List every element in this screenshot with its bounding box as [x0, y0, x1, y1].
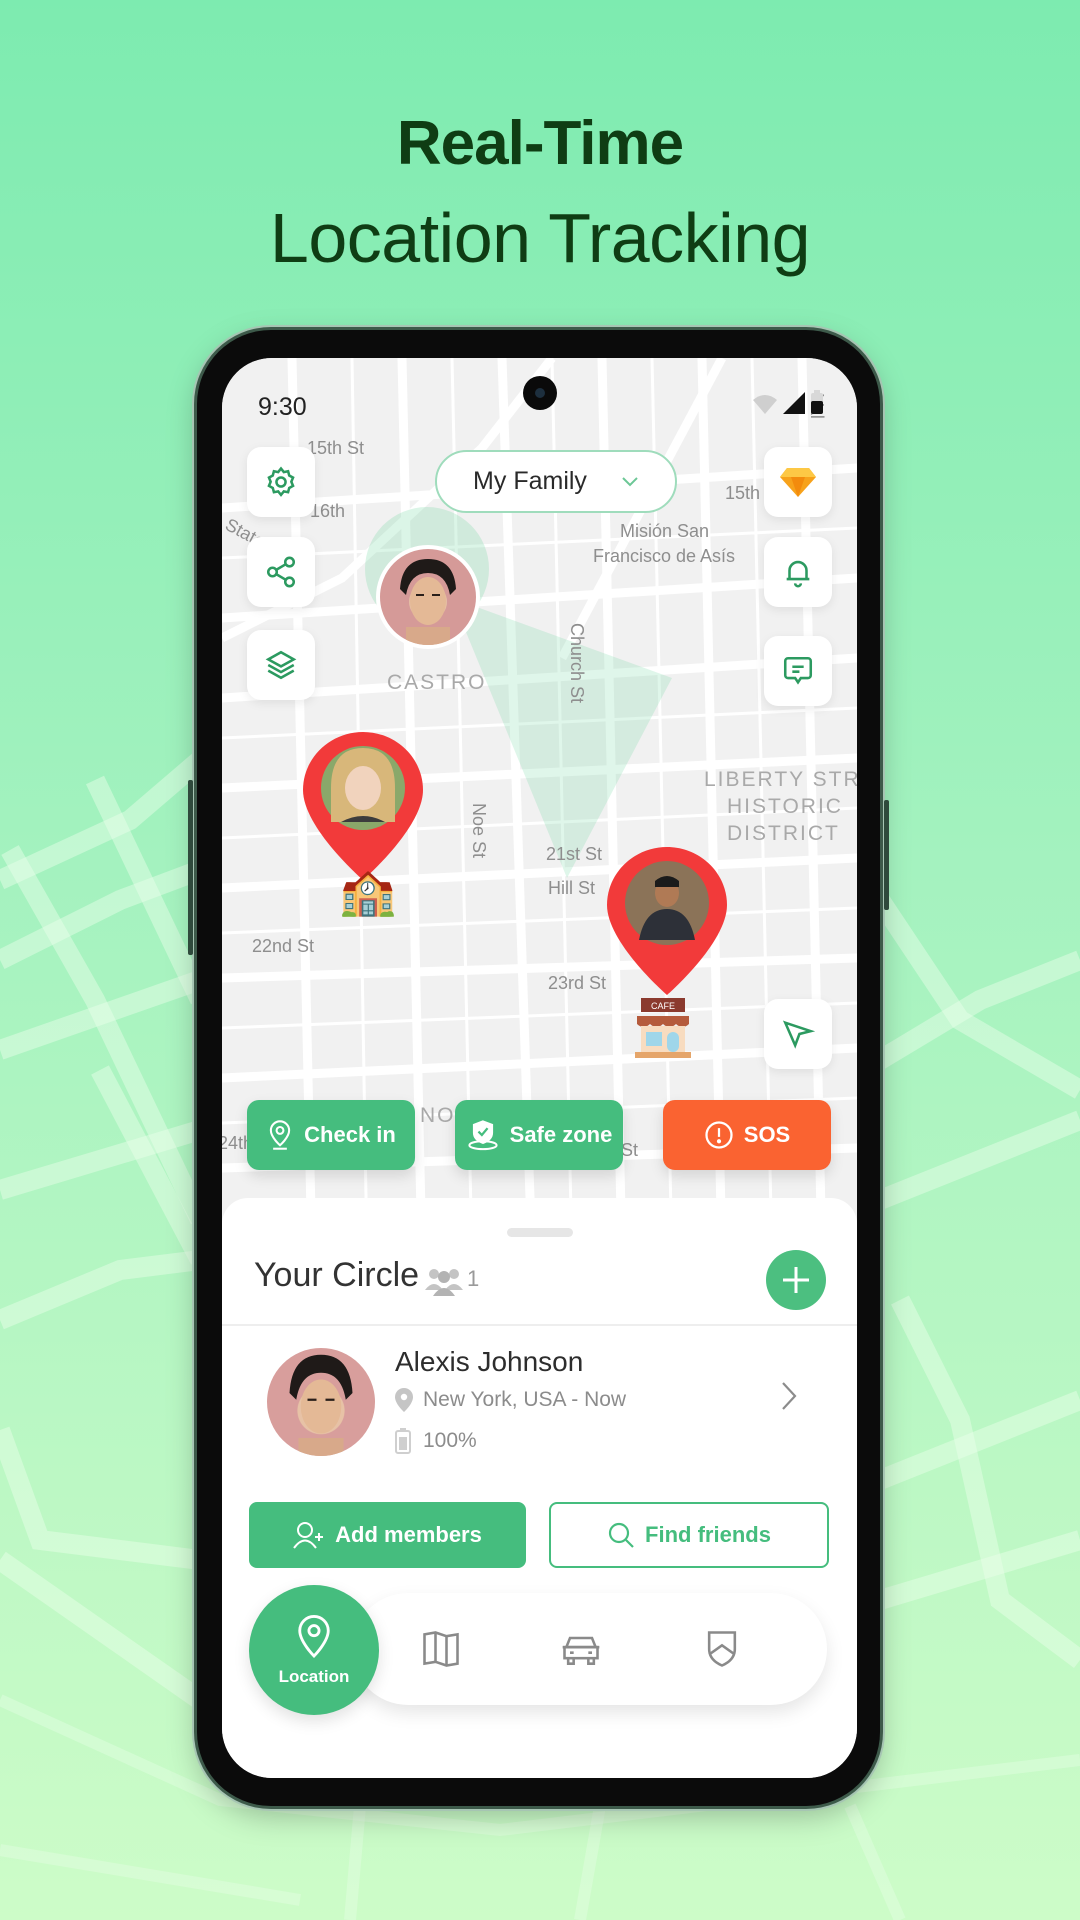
circle-title: Your Circle: [254, 1256, 420, 1294]
nav-item-safety[interactable]: [694, 1621, 750, 1677]
bottom-navigation: [352, 1593, 827, 1705]
sos-label: SOS: [743, 1122, 791, 1147]
shield-icon: [707, 1631, 737, 1667]
app-screen: 15th St 16th State 15th St Val Misión Sa…: [222, 358, 857, 1778]
battery-icon: [811, 390, 823, 414]
map-label: 23rd St: [548, 973, 607, 993]
location-pin-icon: [395, 1388, 413, 1412]
front-camera: [523, 376, 557, 410]
location-pin-icon: [269, 1120, 291, 1150]
map-label: CASTRO: [387, 671, 487, 694]
circle-bottom-sheet: Your Circle 1 Alexis Johnson New York, U…: [222, 1198, 857, 1778]
safe-zone-label: Safe zone: [509, 1122, 613, 1147]
phone-frame: 15th St 16th State 15th St Val Misión Sa…: [188, 330, 889, 1806]
diamond-icon: [780, 468, 816, 497]
member-battery-text: 100%: [423, 1429, 477, 1452]
headline-title: Real-Time: [396, 109, 684, 178]
map-label: 16th: [310, 501, 346, 521]
navigation-arrow-icon: [782, 1020, 815, 1049]
member-pin-marker[interactable]: [605, 845, 729, 997]
cafe-icon: CAFE: [635, 998, 691, 1058]
status-icons: [753, 390, 823, 414]
check-in-label: Check in: [304, 1122, 396, 1147]
circle-selector-label: My Family: [473, 467, 587, 495]
alert-icon: [705, 1121, 733, 1149]
wifi-icon: [753, 395, 777, 414]
nav-item-driving[interactable]: [553, 1621, 609, 1677]
gear-icon: [267, 466, 295, 497]
phone-side-button: [884, 800, 889, 910]
nav-item-location[interactable]: Location: [249, 1585, 379, 1715]
add-user-icon: [293, 1522, 324, 1549]
layers-icon: [265, 650, 297, 680]
car-icon: [562, 1636, 600, 1665]
plus-icon: [783, 1267, 809, 1293]
member-list-item[interactable]: Alexis Johnson New York, USA - Now 100%: [222, 1328, 857, 1468]
map-label: Misión San: [620, 521, 710, 541]
circle-member-count: 1: [467, 1266, 480, 1291]
status-time: 9:30: [258, 393, 307, 421]
chevron-right-icon[interactable]: [780, 1380, 798, 1412]
map-label: HISTORIC: [727, 795, 843, 818]
add-members-button[interactable]: Add members: [249, 1502, 526, 1568]
sheet-drag-handle[interactable]: [507, 1228, 573, 1237]
svg-text:CAFE: CAFE: [651, 1001, 675, 1011]
member-location-text: New York, USA - Now: [423, 1388, 627, 1411]
group-icon: [425, 1269, 463, 1296]
safe-zone-button[interactable]: Safe zone: [455, 1100, 623, 1170]
map-label: Francisco de Asís: [593, 546, 736, 566]
headline-subtitle: Location Tracking: [269, 199, 811, 277]
phone-side-button: [188, 780, 193, 955]
chevron-down-icon: [622, 476, 638, 486]
notifications-button[interactable]: [764, 537, 832, 607]
member-battery: 100%: [395, 1428, 477, 1454]
location-pin-icon: [298, 1614, 330, 1659]
map-label: 22nd St: [252, 936, 315, 956]
sos-button[interactable]: SOS: [663, 1100, 831, 1170]
member-name: Alexis Johnson: [395, 1346, 584, 1377]
person-portrait-icon: [400, 559, 456, 645]
map-label: 21st St: [546, 844, 603, 864]
share-icon: [266, 556, 296, 588]
find-friends-label: Find friends: [645, 1522, 771, 1547]
circle-selector-dropdown[interactable]: My Family: [435, 450, 677, 513]
chat-icon: [783, 656, 813, 685]
messages-button[interactable]: [764, 636, 832, 706]
bell-icon: [786, 560, 810, 588]
map-view[interactable]: 15th St 16th State 15th St Val Misión Sa…: [222, 358, 857, 1258]
map-label: Church St: [567, 623, 587, 704]
member-location: New York, USA - Now: [395, 1388, 626, 1412]
map-label: DISTRICT: [727, 822, 840, 845]
signal-icon: [783, 392, 805, 414]
settings-button[interactable]: [247, 447, 315, 517]
nav-item-map[interactable]: [413, 1621, 469, 1677]
map-icon: [423, 1631, 459, 1667]
map-label: Noe St: [469, 803, 489, 859]
check-in-button[interactable]: Check in: [247, 1100, 415, 1170]
safe-zone-icon: [468, 1120, 498, 1151]
member-avatar-map[interactable]: [376, 545, 480, 649]
search-icon: [608, 1522, 634, 1548]
school-icon: 🏫: [339, 865, 397, 917]
battery-icon: [395, 1428, 411, 1454]
member-pin-marker[interactable]: [301, 730, 425, 882]
divider: [222, 1324, 857, 1326]
add-circle-button[interactable]: [766, 1250, 826, 1310]
member-avatar: [267, 1348, 375, 1456]
add-members-label: Add members: [335, 1522, 482, 1547]
map-label: Hill St: [548, 878, 596, 898]
person-portrait-icon: [289, 1354, 353, 1456]
map-label: 15th St: [307, 438, 365, 458]
premium-button[interactable]: [764, 447, 832, 517]
share-button[interactable]: [247, 537, 315, 607]
nav-item-location-label: Location: [278, 1667, 350, 1686]
map-label: LIBERTY STREET: [704, 768, 857, 791]
my-location-button[interactable]: [764, 999, 832, 1069]
find-friends-button[interactable]: Find friends: [549, 1502, 829, 1568]
layers-button[interactable]: [247, 630, 315, 700]
